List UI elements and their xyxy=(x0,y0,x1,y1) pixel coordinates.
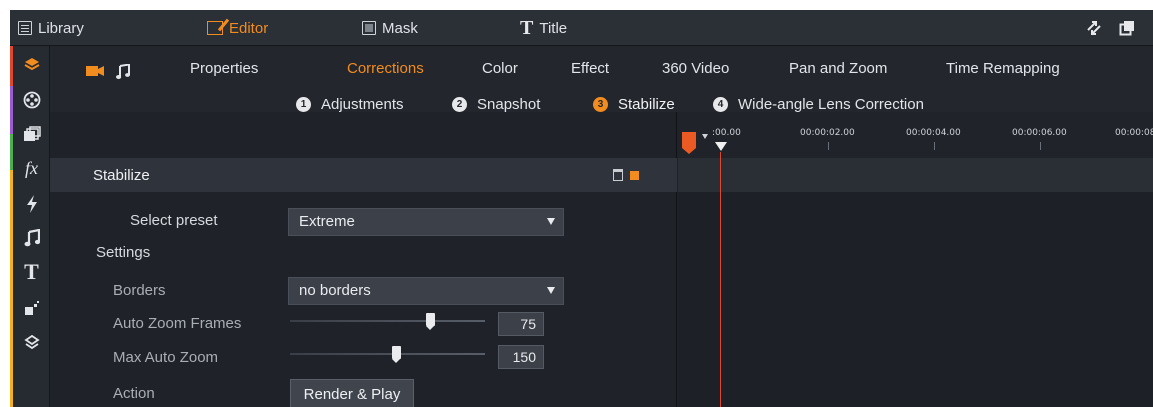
stabilize-section-header[interactable]: Stabilize xyxy=(50,158,677,192)
enable-indicator-icon[interactable] xyxy=(630,171,639,180)
step-label: Adjustments xyxy=(321,96,404,113)
slider-track[interactable] xyxy=(290,353,485,355)
stabilize-panel: Stabilize Select preset Extreme Settings… xyxy=(50,112,677,407)
tick-label: 00:00:08 xyxy=(1115,128,1153,138)
section-title: Stabilize xyxy=(93,167,150,184)
motion-icon[interactable] xyxy=(13,294,50,322)
step-adjustments[interactable]: 1 Adjustments xyxy=(296,96,404,113)
select-preset-label: Select preset xyxy=(130,212,218,229)
playhead-line[interactable] xyxy=(720,152,721,407)
title-icon: T xyxy=(520,16,534,39)
auto-zoom-frames-label: Auto Zoom Frames xyxy=(113,315,242,332)
corrections-icon[interactable] xyxy=(13,50,50,78)
step-number: 2 xyxy=(452,97,467,112)
max-auto-zoom-label: Max Auto Zoom xyxy=(113,349,219,366)
tab-corrections[interactable]: Corrections xyxy=(347,60,424,77)
tab-color[interactable]: Color xyxy=(482,60,518,77)
tab-mask-label: Mask xyxy=(382,19,418,37)
tab-title[interactable]: T Title xyxy=(520,10,567,46)
action-label: Action xyxy=(113,385,155,402)
app-window: Library Editor Mask T Title fx T Propert… xyxy=(10,10,1153,407)
tick-label: 00:00:06.00 xyxy=(1012,128,1067,138)
tab-editor-label: Editor xyxy=(229,19,269,37)
preset-dropdown[interactable]: Extreme xyxy=(288,208,564,236)
corrections-header: Properties Corrections Color Effect 360 … xyxy=(50,46,1153,113)
auto-zoom-frames-slider[interactable] xyxy=(290,313,485,330)
tick-mark xyxy=(828,142,829,150)
left-toolbar: fx T xyxy=(10,46,50,407)
tab-properties[interactable]: Properties xyxy=(190,60,258,77)
tab-library-label: Library xyxy=(38,19,84,37)
step-label: Stabilize xyxy=(618,96,675,113)
top-bar: Library Editor Mask T Title xyxy=(10,10,1153,46)
film-reel-icon[interactable] xyxy=(13,86,50,114)
tab-mask[interactable]: Mask xyxy=(362,10,418,46)
tick-label: :00.00 xyxy=(712,128,741,138)
slider-thumb[interactable] xyxy=(426,313,435,330)
undock-icon[interactable] xyxy=(1119,20,1135,40)
swap-icon[interactable] xyxy=(1086,20,1102,40)
settings-label: Settings xyxy=(96,244,151,261)
borders-value: no borders xyxy=(299,282,371,299)
editor-icon xyxy=(207,21,223,35)
layers-icon[interactable] xyxy=(13,328,50,356)
mask-icon xyxy=(362,21,376,35)
tab-editor[interactable]: Editor xyxy=(207,10,268,46)
library-icon xyxy=(18,21,32,35)
tab-360-video[interactable]: 360 Video xyxy=(662,60,729,77)
tick-label: 00:00:02.00 xyxy=(800,128,855,138)
tab-library[interactable]: Library xyxy=(18,10,84,46)
in-point-marker[interactable] xyxy=(682,132,696,154)
step-label: Wide-angle Lens Correction xyxy=(738,96,924,113)
ruler-menu-caret-icon[interactable] xyxy=(702,134,708,139)
borders-dropdown[interactable]: no borders xyxy=(288,277,564,305)
step-wide-angle-lens-correction[interactable]: 4 Wide-angle Lens Correction xyxy=(713,96,924,113)
tab-title-label: Title xyxy=(539,19,568,37)
tab-pan-and-zoom[interactable]: Pan and Zoom xyxy=(789,60,887,77)
keyframe-timeline[interactable]: :00.00 00:00:02.00 00:00:04.00 00:00:06.… xyxy=(678,112,1153,407)
music-note-icon[interactable] xyxy=(13,224,50,252)
chevron-down-icon xyxy=(547,218,555,225)
title-t-icon[interactable]: T xyxy=(13,258,50,286)
preset-value: Extreme xyxy=(299,213,355,230)
video-clip-icon[interactable] xyxy=(86,64,104,83)
step-stabilize[interactable]: 3 Stabilize xyxy=(593,96,675,113)
auto-zoom-frames-input[interactable]: 75 xyxy=(498,312,544,336)
step-number: 3 xyxy=(593,97,608,112)
tick-mark xyxy=(1040,142,1041,150)
keyframe-track[interactable] xyxy=(678,158,1153,192)
step-label: Snapshot xyxy=(477,96,541,113)
tab-time-remapping[interactable]: Time Remapping xyxy=(946,60,1060,77)
slider-thumb[interactable] xyxy=(392,346,401,363)
chevron-down-icon xyxy=(547,287,555,294)
step-snapshot[interactable]: 2 Snapshot xyxy=(452,96,540,113)
slider-track[interactable] xyxy=(290,320,485,322)
step-number: 1 xyxy=(296,97,311,112)
render-and-play-button[interactable]: Render & Play xyxy=(290,379,414,407)
trash-icon[interactable] xyxy=(613,169,623,181)
audio-clip-icon[interactable] xyxy=(116,63,130,85)
tab-effect[interactable]: Effect xyxy=(571,60,609,77)
playhead-handle[interactable] xyxy=(715,142,727,151)
tick-label: 00:00:04.00 xyxy=(906,128,961,138)
step-number: 4 xyxy=(713,97,728,112)
max-auto-zoom-slider[interactable] xyxy=(290,346,485,363)
lightning-icon[interactable] xyxy=(13,190,50,218)
tick-mark xyxy=(934,142,935,150)
time-ruler[interactable]: :00.00 00:00:02.00 00:00:04.00 00:00:06.… xyxy=(678,112,1153,158)
borders-label: Borders xyxy=(113,282,166,299)
max-auto-zoom-input[interactable]: 150 xyxy=(498,345,544,369)
fx-icon[interactable]: fx xyxy=(13,154,50,182)
library-stack-icon[interactable] xyxy=(13,120,50,148)
